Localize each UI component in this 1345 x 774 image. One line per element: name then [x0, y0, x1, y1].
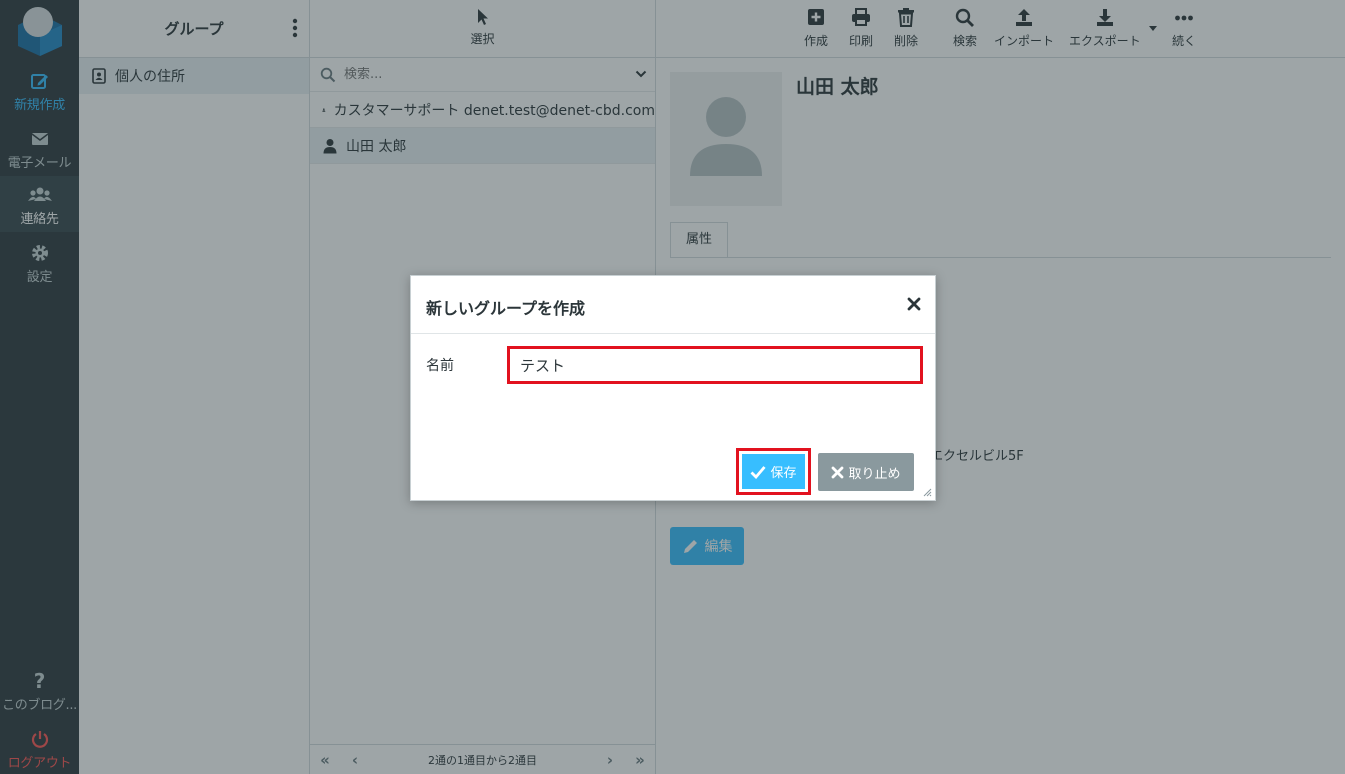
cancel-label: 取り止め: [848, 466, 901, 482]
save-button-highlight: 保存: [736, 448, 811, 495]
group-name-input[interactable]: [507, 346, 923, 384]
create-group-dialog: 新しいグループを作成 名前 保存 取り止め: [410, 275, 936, 501]
close-icon: [832, 466, 844, 478]
save-button[interactable]: 保存: [742, 454, 805, 489]
dialog-header: 新しいグループを作成: [411, 276, 935, 334]
cancel-button[interactable]: 取り止め: [818, 453, 914, 491]
dialog-title: 新しいグループを作成: [426, 299, 586, 318]
save-label: 保存: [770, 466, 797, 481]
group-name-label: 名前: [426, 358, 454, 374]
check-icon: [750, 465, 767, 479]
close-icon[interactable]: [907, 297, 921, 311]
resize-handle-icon[interactable]: [922, 487, 932, 497]
